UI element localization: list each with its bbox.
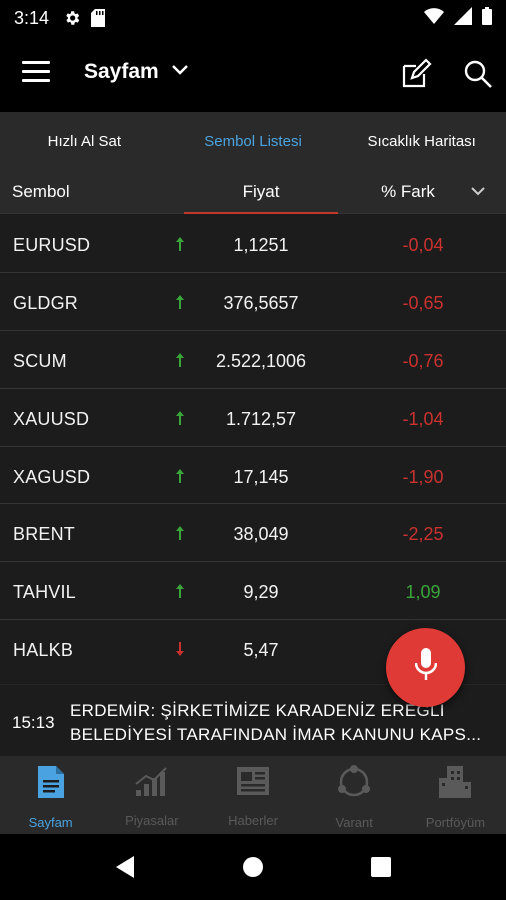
gear-icon [63, 9, 81, 27]
row-symbol: HALKB [13, 640, 74, 661]
row-price: 1.712,57 [225, 408, 297, 429]
sd-card-icon [91, 9, 106, 27]
row-diff: -2,25 [402, 524, 444, 545]
recents-icon[interactable] [370, 855, 392, 884]
list-item[interactable]: TAHVIL 9,29 1,09 [0, 562, 506, 621]
row-price: 376,5657 [223, 292, 299, 313]
tab-sembol-listesi[interactable]: Sembol Listesi [169, 112, 338, 170]
row-price: 17,145 [233, 466, 289, 487]
row-symbol: XAGUSD [13, 466, 91, 487]
nav-label: Piyasalar [125, 813, 179, 828]
nav-portfoyum[interactable]: Portföyüm [405, 756, 506, 834]
row-diff: -1,04 [402, 408, 444, 429]
wifi-icon [424, 7, 444, 29]
news-time: 15:13 [12, 713, 55, 732]
page-selector[interactable]: Sayfam [84, 60, 189, 84]
nav-haberler[interactable]: Haberler [202, 756, 303, 834]
column-price[interactable]: Fiyat [184, 182, 338, 202]
row-symbol: EURUSD [13, 235, 91, 255]
row-price: 1,1251 [233, 235, 289, 255]
column-diff[interactable]: % Fark [338, 182, 478, 202]
nav-piyasalar[interactable]: Piyasalar [101, 756, 202, 834]
list-item[interactable]: GLDGR 376,5657 -0,65 [0, 273, 506, 331]
arrow-up-icon [176, 468, 184, 483]
status-time: 3:14 [14, 7, 50, 28]
arrow-up-icon [176, 237, 184, 251]
arrow-up-icon [176, 352, 184, 367]
arrow-down-icon [176, 642, 184, 657]
sort-indicator [184, 212, 338, 214]
newspaper-icon [235, 764, 271, 803]
row-price: 2.522,1006 [215, 350, 307, 371]
tab-hizli-al-sat[interactable]: Hızlı Al Sat [0, 112, 169, 170]
signal-icon [454, 6, 472, 30]
arrow-up-icon [176, 526, 184, 541]
page-title: Sayfam [84, 60, 159, 83]
list-item[interactable]: BRENT 38,049 -2,25 [0, 504, 506, 563]
arrow-up-icon [176, 584, 184, 599]
chevron-down-icon [171, 63, 189, 81]
row-diff: -0,65 [402, 292, 444, 313]
list-item[interactable]: XAGUSD 17,145 -1,90 [0, 447, 506, 505]
row-symbol: TAHVIL [13, 582, 76, 603]
app-bar: Sayfam [0, 36, 506, 112]
list-item[interactable]: SCUM 2.522,1006 -0,76 [0, 331, 506, 389]
column-header: Sembol Fiyat % Fark [0, 170, 506, 214]
nav-label: Portföyüm [425, 815, 486, 830]
list-item[interactable]: XAUUSD 1.712,57 -1,04 [0, 389, 506, 447]
row-diff: -0,04 [402, 235, 444, 255]
microphone-icon [414, 648, 437, 687]
row-diff: -1,90 [402, 466, 444, 487]
battery-icon [482, 6, 492, 30]
bottom-nav: Sayfam Piyasalar Haberler Varant Portföy… [0, 756, 506, 834]
document-icon [36, 764, 66, 805]
tab-sicaklik-haritasi[interactable]: Sıcaklık Haritası [337, 112, 506, 170]
row-symbol: BRENT [13, 524, 76, 545]
network-icon [336, 764, 372, 805]
row-price: 5,47 [243, 640, 279, 661]
row-symbol: SCUM [13, 350, 67, 371]
voice-search-button[interactable] [386, 628, 465, 707]
tab-bar: Hızlı Al Sat Sembol Listesi Sıcaklık Har… [0, 112, 506, 170]
nav-label: Haberler [228, 813, 278, 828]
back-icon[interactable] [114, 855, 136, 884]
row-diff: -0,76 [402, 350, 444, 371]
system-nav-bar [0, 834, 506, 900]
news-headline: ERDEMİR: ŞİRKETİMİZE KARADENİZ EREĞLİ BE… [70, 699, 502, 747]
chevron-down-icon[interactable] [470, 184, 486, 202]
news-line-2: BELEDİYESİ TARAFINDAN İMAR KANUNU KAPS..… [70, 725, 482, 744]
row-symbol: GLDGR [13, 292, 79, 313]
edit-icon[interactable] [400, 58, 432, 90]
nav-varant[interactable]: Varant [304, 756, 405, 834]
nav-label: Sayfam [28, 815, 73, 830]
row-price: 9,29 [243, 582, 279, 603]
arrow-up-icon [176, 294, 184, 309]
buildings-icon [437, 764, 473, 805]
column-symbol[interactable]: Sembol [12, 182, 70, 202]
row-symbol: XAUUSD [13, 408, 90, 429]
symbol-list: EURUSD 1,1251 -0,04 GLDGR 376,5657 -0,65… [0, 215, 506, 678]
home-icon[interactable] [242, 855, 264, 884]
row-price: 38,049 [233, 524, 289, 545]
bar-chart-icon [134, 764, 170, 803]
nav-label: Varant [335, 815, 373, 830]
nav-sayfam[interactable]: Sayfam [0, 756, 101, 834]
status-bar: 3:14 [0, 0, 506, 36]
arrow-up-icon [176, 410, 184, 425]
row-diff: 1,09 [405, 582, 441, 603]
menu-icon[interactable] [22, 61, 50, 87]
list-item[interactable]: EURUSD 1,1251 -0,04 [0, 215, 506, 273]
search-icon[interactable] [462, 58, 494, 90]
